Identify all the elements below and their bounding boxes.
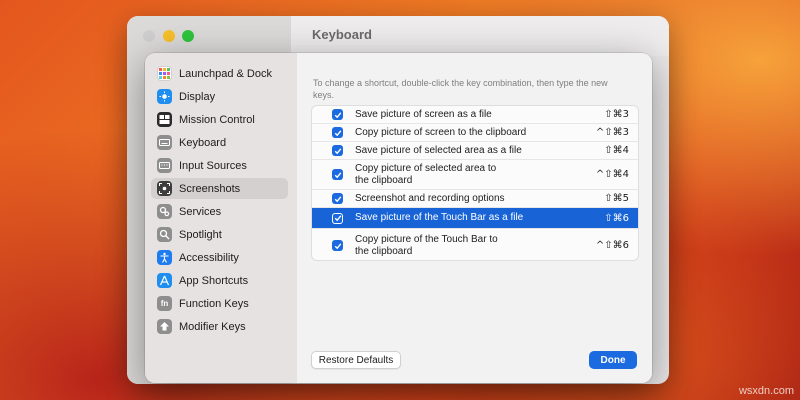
modifier-keys-icon — [157, 319, 172, 334]
shortcut-keys[interactable]: ^⇧⌘6 — [596, 240, 629, 251]
sidebar-item-app-shortcuts[interactable]: App Shortcuts — [151, 270, 288, 291]
sidebar-item-label: Modifier Keys — [179, 320, 246, 333]
shortcut-row[interactable]: Screenshot and recording options ⇧⌘5 — [312, 190, 638, 208]
done-button[interactable]: Done — [589, 351, 637, 369]
shortcuts-sidebar: Launchpad & Dock Display Mission Control… — [145, 53, 297, 383]
spotlight-icon — [157, 227, 172, 242]
function-keys-icon: fn — [157, 296, 172, 311]
shortcut-label: Copy picture of the Touch Bar to the cli… — [355, 233, 498, 257]
shortcuts-main-pane: To change a shortcut, double-click the k… — [297, 53, 652, 383]
screenshots-icon — [157, 181, 172, 196]
shortcut-hint-text: To change a shortcut, double-click the k… — [313, 78, 608, 100]
shortcut-keys[interactable]: ^⇧⌘4 — [596, 169, 629, 180]
sidebar-item-launchpad-dock[interactable]: Launchpad & Dock — [151, 63, 288, 84]
shortcut-label: Screenshot and recording options — [355, 192, 505, 204]
input-sources-icon — [157, 158, 172, 173]
app-shortcuts-icon — [157, 273, 172, 288]
shortcut-keys[interactable]: ⇧⌘4 — [604, 145, 629, 156]
checkbox-checked[interactable] — [332, 212, 343, 224]
sidebar-item-mission-control[interactable]: Mission Control — [151, 109, 288, 130]
shortcut-row[interactable]: Copy picture of the Touch Bar to the cli… — [312, 229, 638, 260]
keyboard-icon — [157, 135, 172, 150]
close-window-button[interactable] — [143, 30, 155, 42]
restore-defaults-button[interactable]: Restore Defaults — [311, 351, 401, 369]
shortcut-row[interactable]: Save picture of selected area as a file … — [312, 142, 638, 160]
accessibility-icon — [157, 250, 172, 265]
shortcuts-list: Save picture of screen as a file ⇧⌘3 Cop… — [311, 105, 639, 261]
sidebar-item-label: Spotlight — [179, 228, 222, 241]
shortcut-label: Save picture of screen as a file — [355, 108, 492, 120]
sidebar-item-label: Display — [179, 90, 216, 103]
shortcut-keys[interactable]: ⇧⌘3 — [604, 109, 629, 120]
checkbox-checked[interactable] — [332, 240, 343, 251]
shortcut-keys[interactable]: ⇧⌘6 — [604, 213, 629, 224]
sidebar-item-label: Services — [179, 205, 222, 218]
checkbox-checked[interactable] — [332, 109, 343, 120]
sidebar-item-display[interactable]: Display — [151, 86, 288, 107]
sidebar-item-label: Mission Control — [179, 113, 255, 126]
checkbox-checked[interactable] — [332, 169, 343, 180]
sidebar-item-label: Keyboard — [179, 136, 227, 149]
checkbox-checked[interactable] — [332, 145, 343, 156]
checkbox-checked[interactable] — [332, 193, 343, 204]
sidebar-item-input-sources[interactable]: Input Sources — [151, 155, 288, 176]
sidebar-item-label: Launchpad & Dock — [179, 67, 272, 80]
sidebar-item-function-keys[interactable]: fn Function Keys — [151, 293, 288, 314]
window-title: Keyboard — [312, 27, 372, 42]
sidebar-item-label: App Shortcuts — [179, 274, 249, 287]
watermark-text: wsxdn.com — [738, 385, 794, 397]
launchpad-icon — [157, 66, 172, 81]
shortcut-row[interactable]: Save picture of screen as a file ⇧⌘3 — [312, 106, 638, 124]
mission-control-icon — [157, 112, 172, 127]
sidebar-item-label: Accessibility — [179, 251, 239, 264]
display-icon — [157, 89, 172, 104]
sidebar-item-label: Input Sources — [179, 159, 247, 172]
sidebar-item-modifier-keys[interactable]: Modifier Keys — [151, 316, 288, 337]
sidebar-item-label: Function Keys — [179, 297, 249, 310]
shortcut-label: Save picture of selected area as a file — [355, 144, 522, 156]
shortcut-label: Copy picture of selected area to the cli… — [355, 162, 497, 186]
sidebar-item-accessibility[interactable]: Accessibility — [151, 247, 288, 268]
checkbox-checked[interactable] — [332, 127, 343, 138]
shortcut-keys[interactable]: ^⇧⌘3 — [596, 127, 629, 138]
shortcut-row-selected[interactable]: Save picture of the Touch Bar as a file … — [312, 208, 638, 229]
shortcut-row[interactable]: Copy picture of selected area to the cli… — [312, 160, 638, 190]
minimize-window-button[interactable] — [163, 30, 175, 42]
sidebar-item-screenshots[interactable]: Screenshots — [151, 178, 288, 199]
sidebar-item-label: Screenshots — [179, 182, 241, 195]
shortcut-label: Save picture of the Touch Bar as a file — [355, 212, 524, 223]
shortcut-keys[interactable]: ⇧⌘5 — [604, 193, 629, 204]
sidebar-item-keyboard[interactable]: Keyboard — [151, 132, 288, 153]
shortcut-row[interactable]: Copy picture of screen to the clipboard … — [312, 124, 638, 142]
zoom-window-button[interactable] — [182, 30, 194, 42]
services-icon — [157, 204, 172, 219]
shortcut-label: Copy picture of screen to the clipboard — [355, 126, 527, 138]
sidebar-item-spotlight[interactable]: Spotlight — [151, 224, 288, 245]
keyboard-shortcuts-sheet: Launchpad & Dock Display Mission Control… — [145, 53, 652, 383]
sidebar-item-services[interactable]: Services — [151, 201, 288, 222]
